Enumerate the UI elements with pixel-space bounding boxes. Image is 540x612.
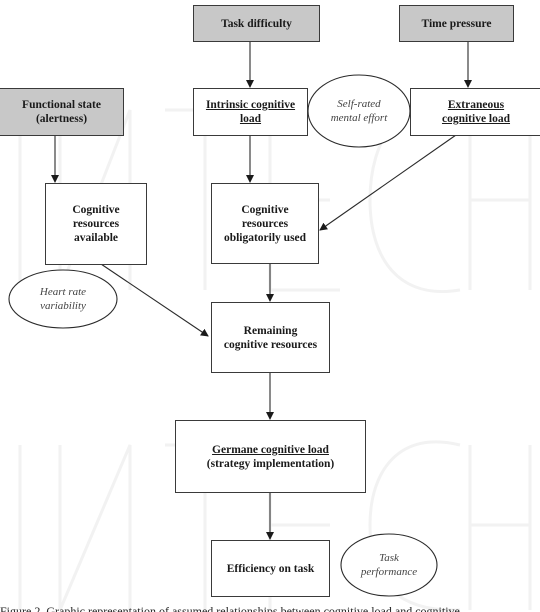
node-label-line1: Extraneous: [447, 99, 505, 111]
arrow-extraneous-to-used: [319, 134, 457, 231]
node-label-line2: load: [239, 113, 262, 125]
node-label-line1: Functional state: [22, 99, 101, 111]
node-label-line3: available: [73, 232, 119, 244]
node-efficiency-on-task: Efficiency on task: [211, 540, 330, 597]
node-intrinsic-cognitive-load: Intrinsic cognitive load: [193, 88, 308, 136]
node-time-pressure: Time pressure: [399, 5, 514, 42]
measure-label-line2: variability: [40, 300, 86, 312]
node-label: Efficiency on task: [226, 562, 315, 575]
node-label-line2: resources: [241, 217, 289, 230]
measure-task-performance: Task performance: [341, 542, 437, 588]
node-cognitive-resources-used: Cognitive resources obligatorily used: [211, 183, 319, 264]
node-label-line3: obligatorily used: [223, 231, 307, 244]
node-label-line1: Cognitive: [72, 204, 120, 216]
node-label: Time pressure: [421, 17, 492, 30]
node-label-line2: cognitive load: [441, 113, 511, 125]
node-label: Task difficulty: [221, 17, 292, 30]
node-label-line1: Intrinsic cognitive: [205, 99, 296, 111]
node-label-line2: resources: [72, 218, 120, 230]
node-label-line2: cognitive resources: [223, 338, 318, 351]
node-functional-state: Functional state (alertness): [0, 88, 124, 136]
measure-label-line1: Self-rated: [337, 98, 381, 110]
measure-heart-rate-variability: Heart rate variability: [9, 276, 117, 322]
figure-caption-text: Figure 2. Graphic representation of assu…: [0, 604, 460, 612]
node-remaining-cognitive-resources: Remaining cognitive resources: [211, 302, 330, 373]
node-cognitive-resources-available: Cognitive resources available: [45, 183, 147, 265]
measure-label-line1: Task: [379, 552, 399, 564]
node-label-line1: Remaining: [243, 324, 298, 337]
node-label-line1: Germane cognitive load: [212, 443, 329, 456]
node-task-difficulty: Task difficulty: [193, 5, 320, 42]
node-label-line2: (alertness): [35, 113, 88, 125]
node-label-line2: (strategy implementation): [206, 457, 335, 470]
measure-label-line2: performance: [360, 566, 418, 578]
measure-label-line2: mental effort: [330, 112, 388, 124]
measure-label-line1: Heart rate: [39, 286, 87, 298]
measure-self-rated-effort: Self-rated mental effort: [308, 88, 410, 134]
node-extraneous-cognitive-load: Extraneous cognitive load: [410, 88, 540, 136]
node-germane-cognitive-load: Germane cognitive load (strategy impleme…: [175, 420, 366, 493]
figure-caption: Figure 2. Graphic representation of assu…: [0, 603, 540, 612]
node-label-line1: Cognitive: [241, 203, 289, 216]
